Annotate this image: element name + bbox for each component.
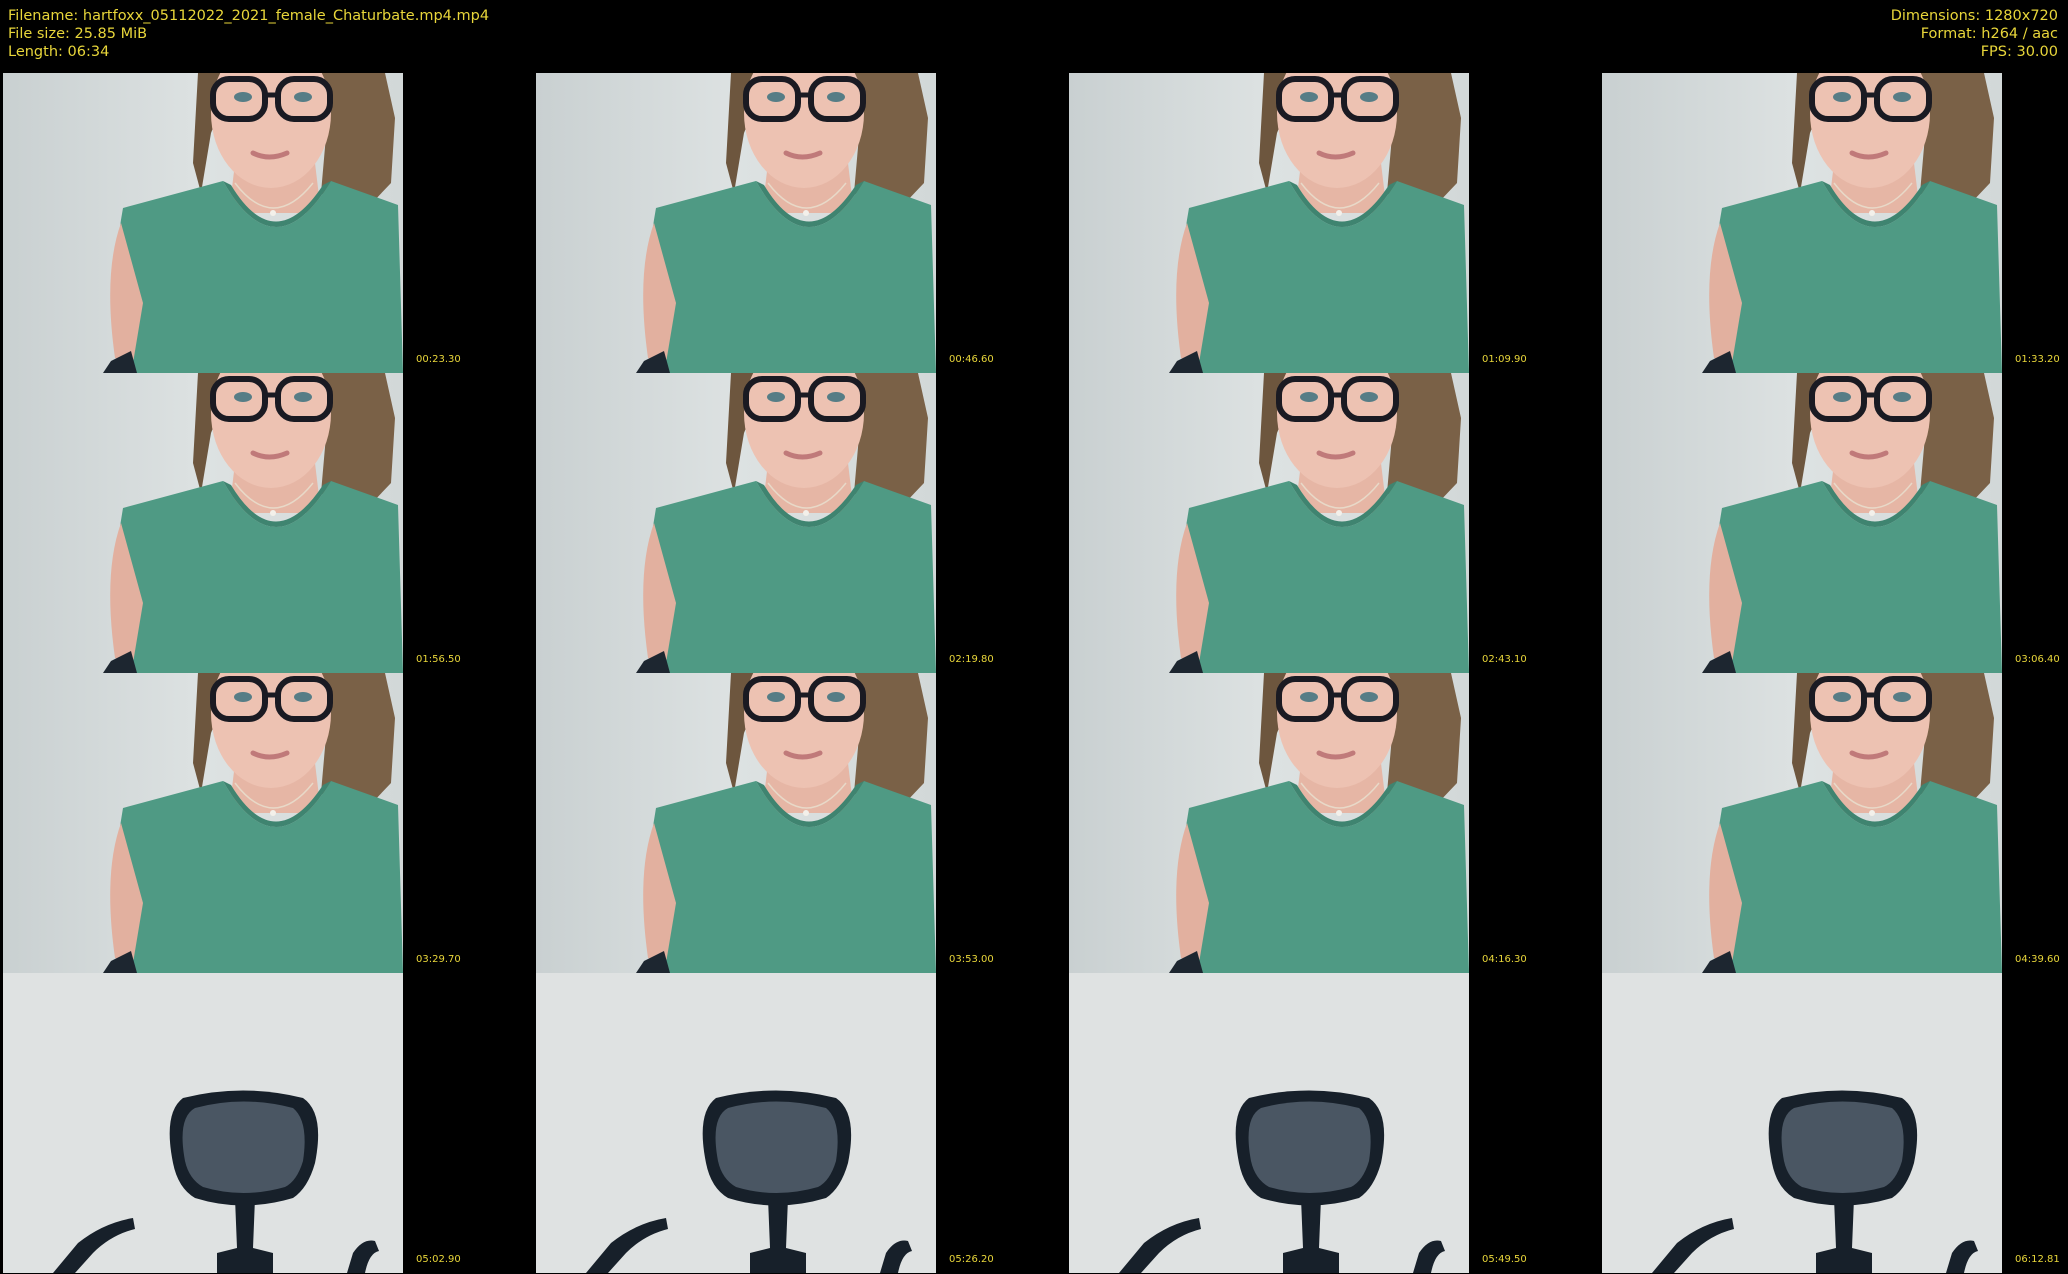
thumbnail: 02:43.10 <box>1066 373 1599 673</box>
timestamp-label: 02:19.80 <box>949 654 994 665</box>
person-frame-image <box>1069 373 1469 673</box>
file-size-text: File size: 25.85 MiB <box>8 26 148 42</box>
chair-frame-image <box>3 973 403 1273</box>
thumbnail: 05:02.90 <box>0 973 533 1273</box>
timestamp-label: 05:02.90 <box>416 1254 461 1265</box>
timestamp-label: 03:53.00 <box>949 954 994 965</box>
person-frame-image <box>536 73 936 373</box>
timestamp-label: 00:46.60 <box>949 354 994 365</box>
timestamp-label: 03:06.40 <box>2015 654 2060 665</box>
chair-frame-image <box>1069 973 1469 1273</box>
thumbnail: 03:29.70 <box>0 673 533 973</box>
thumbnail: 00:23.30 <box>0 73 533 373</box>
format-text: Format: h264 / aac <box>1920 26 2058 42</box>
thumbnail: 01:56.50 <box>0 373 533 673</box>
video-info: Dimensions: 1280x720 Format: h264 / aac … <box>1891 7 2058 61</box>
person-frame-image <box>3 673 403 973</box>
chair-frame-image <box>1602 973 2002 1273</box>
timestamp-label: 04:39.60 <box>2015 954 2060 965</box>
thumbnail: 02:19.80 <box>533 373 1066 673</box>
thumbnail: 01:09.90 <box>1066 73 1599 373</box>
length-text: Length: 06:34 <box>8 44 110 60</box>
timestamp-label: 05:49.50 <box>1482 1254 1527 1265</box>
person-frame-image <box>3 373 403 673</box>
thumbnail: 04:39.60 <box>1599 673 2068 973</box>
timestamp-label: 01:09.90 <box>1482 354 1527 365</box>
thumbnail: 00:46.60 <box>533 73 1066 373</box>
person-frame-image <box>1602 673 2002 973</box>
timestamp-label: 00:23.30 <box>416 354 461 365</box>
person-frame-image <box>1069 673 1469 973</box>
thumbnail: 03:06.40 <box>1599 373 2068 673</box>
thumbnail: 06:12.81 <box>1599 973 2068 1273</box>
thumbnail-grid: 00:23.30 00:46.60 01:09.90 01:33.20 01:5… <box>0 73 2068 1273</box>
thumbnail: 03:53.00 <box>533 673 1066 973</box>
person-frame-image <box>3 73 403 373</box>
filename-text: Filename: hartfoxx_05112022_2021_female_… <box>8 8 490 24</box>
person-frame-image <box>536 673 936 973</box>
person-frame-image <box>536 373 936 673</box>
chair-frame-image <box>536 973 936 1273</box>
timestamp-label: 03:29.70 <box>416 954 461 965</box>
thumbnail: 05:49.50 <box>1066 973 1599 1273</box>
timestamp-label: 01:56.50 <box>416 654 461 665</box>
file-info: Filename: hartfoxx_05112022_2021_female_… <box>8 7 489 61</box>
timestamp-label: 01:33.20 <box>2015 354 2060 365</box>
timestamp-label: 04:16.30 <box>1482 954 1527 965</box>
dimensions-text: Dimensions: 1280x720 <box>1890 8 2058 24</box>
timestamp-label: 05:26.20 <box>949 1254 994 1265</box>
timestamp-label: 02:43.10 <box>1482 654 1527 665</box>
thumbnail: 01:33.20 <box>1599 73 2068 373</box>
thumbnail: 04:16.30 <box>1066 673 1599 973</box>
person-frame-image <box>1602 373 2002 673</box>
fps-text: FPS: 30.00 <box>1980 44 2058 60</box>
person-frame-image <box>1069 73 1469 373</box>
person-frame-image <box>1602 73 2002 373</box>
thumbnail: 05:26.20 <box>533 973 1066 1273</box>
timestamp-label: 06:12.81 <box>2015 1254 2060 1265</box>
